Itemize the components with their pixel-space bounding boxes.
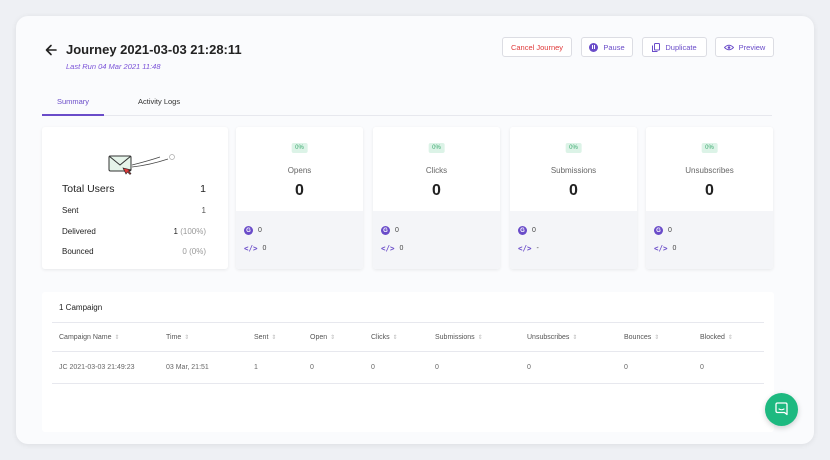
code-count: 0 [262, 245, 267, 252]
delivered-value: 1 (100%) [173, 227, 206, 236]
cell-open: 0 [310, 364, 314, 371]
pause-button[interactable]: Pause [581, 37, 633, 57]
cell-sent: 1 [254, 364, 258, 371]
cell-clicks: 0 [371, 364, 375, 371]
table-header: Campaign Name ⇕ Time ⇕ Sent ⇕ Open ⇕ Clicks ⇕… [52, 322, 764, 352]
eye-icon [723, 44, 734, 50]
preview-label: Preview [738, 42, 766, 52]
sent-label: Sent [62, 206, 79, 215]
col-bounces[interactable]: Bounces ⇕ [624, 334, 659, 341]
metric-card-submissions: 0% Submissions 0 G 0 </> - [510, 127, 637, 269]
duplicate-label: Duplicate [665, 42, 697, 52]
col-campaign-name[interactable]: Campaign Name ⇕ [59, 334, 120, 341]
cell-unsubscribes: 0 [527, 364, 531, 371]
duplicate-button[interactable]: Duplicate [642, 37, 707, 57]
col-clicks[interactable]: Clicks ⇕ [371, 334, 398, 341]
sort-icon: ⇕ [184, 335, 190, 341]
delivered-label: Delivered [62, 227, 96, 236]
google-icon: G [518, 226, 527, 235]
code-count: 0 [399, 245, 404, 252]
total-users-card: Total Users 1 Sent 1 Delivered 1 (100%) … [42, 127, 228, 269]
code-count: - [536, 245, 539, 252]
code-count: 0 [672, 245, 677, 252]
sort-icon: ⇕ [477, 335, 483, 341]
sort-icon: ⇕ [727, 335, 733, 341]
tab-bar: Summary Activity Logs [42, 94, 772, 116]
pause-label: Pause [603, 42, 625, 52]
sort-icon: ⇕ [654, 335, 660, 341]
sort-icon: ⇕ [114, 335, 120, 341]
metric-label: Unsubscribes [685, 166, 734, 175]
campaign-count-title: 1 Campaign [59, 303, 103, 312]
col-open[interactable]: Open ⇕ [310, 334, 335, 341]
chat-launcher-button[interactable] [765, 393, 798, 426]
bounced-value: 0 (0%) [182, 247, 206, 256]
cell-blocked: 0 [700, 364, 704, 371]
campaign-panel: 1 Campaign Campaign Name ⇕ Time ⇕ Sent ⇕ Op… [42, 292, 774, 432]
metric-label: Opens [287, 166, 312, 175]
metric-card-opens: 0% Opens 0 G 0 </> 0 [236, 127, 363, 269]
metric-value: 0 [705, 182, 714, 199]
code-icon: </> [381, 244, 395, 253]
sort-icon: ⇕ [392, 335, 398, 341]
google-icon: G [381, 226, 390, 235]
cell-time: 03 Mar, 21:51 [166, 364, 209, 371]
envelope-illustration [108, 154, 175, 175]
copy-icon [652, 42, 661, 52]
metric-card-clicks: 0% Clicks 0 G 0 </> 0 [373, 127, 500, 269]
total-users-label: Total Users [62, 183, 115, 195]
google-icon: G [654, 226, 663, 235]
metric-card-unsubscribes: 0% Unsubscribes 0 G 0 </> 0 [646, 127, 773, 269]
metric-label: Clicks [425, 166, 448, 175]
preview-button[interactable]: Preview [715, 37, 774, 57]
col-blocked[interactable]: Blocked ⇕ [700, 334, 733, 341]
google-icon: G [244, 226, 253, 235]
chat-bubble-icon [775, 402, 788, 416]
total-users-value: 1 [200, 183, 206, 195]
percent-badge: 0% [428, 143, 445, 153]
metric-value: 0 [295, 182, 304, 199]
sent-value: 1 [201, 206, 206, 215]
col-submissions[interactable]: Submissions ⇕ [435, 334, 483, 341]
bounced-label: Bounced [62, 247, 94, 256]
arrow-left-icon[interactable] [44, 43, 58, 57]
col-time[interactable]: Time ⇕ [166, 334, 189, 341]
sort-icon: ⇕ [572, 335, 578, 341]
sort-icon: ⇕ [271, 335, 277, 341]
cell-submissions: 0 [435, 364, 439, 371]
cell-bounces: 0 [624, 364, 628, 371]
code-icon: </> [244, 244, 258, 253]
pause-circle-icon [589, 42, 599, 52]
code-icon: </> [518, 244, 532, 253]
metric-label: Submissions [550, 166, 597, 175]
percent-badge: 0% [291, 143, 308, 153]
google-count: 0 [668, 227, 672, 234]
metric-value: 0 [569, 182, 578, 199]
google-count: 0 [258, 227, 262, 234]
metric-value: 0 [432, 182, 441, 199]
cancel-journey-label: Cancel Journey [510, 42, 564, 52]
cell-campaign-name[interactable]: JC 2021-03-03 21:49:23 [59, 364, 135, 371]
tab-summary[interactable]: Summary [42, 94, 104, 116]
sort-icon: ⇕ [330, 335, 336, 341]
col-unsubscribes[interactable]: Unsubscribes ⇕ [527, 334, 577, 341]
tab-activity-logs[interactable]: Activity Logs [138, 94, 180, 106]
last-run-text: Last Run 04 Mar 2021 11:48 [66, 62, 161, 71]
code-icon: </> [654, 244, 668, 253]
table-row[interactable]: JC 2021-03-03 21:49:23 03 Mar, 21:51 1 0… [52, 352, 764, 384]
percent-badge: 0% [701, 143, 718, 153]
google-count: 0 [395, 227, 399, 234]
col-sent[interactable]: Sent ⇕ [254, 334, 276, 341]
google-count: 0 [532, 227, 536, 234]
percent-badge: 0% [565, 143, 582, 153]
cancel-journey-button[interactable]: Cancel Journey [502, 37, 572, 57]
page-title: Journey 2021-03-03 21:28:11 [66, 42, 242, 57]
